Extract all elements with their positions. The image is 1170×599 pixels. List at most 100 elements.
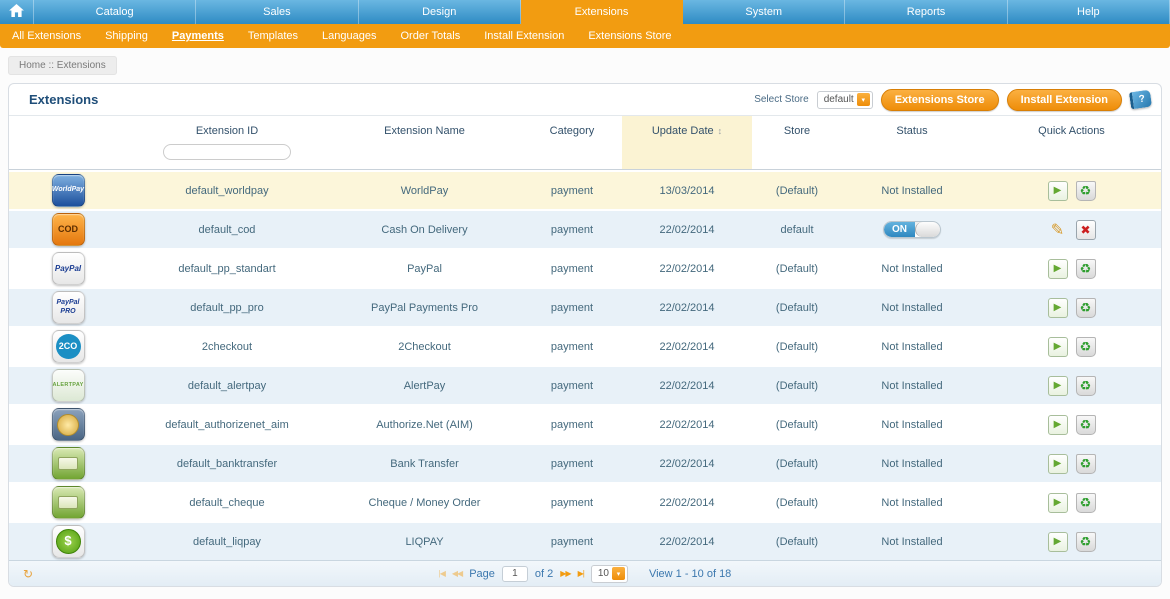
extension-icon-cell [9,447,127,480]
breadcrumb[interactable]: Home :: Extensions [8,56,117,75]
install-play-icon[interactable]: ▶ [1048,298,1068,318]
tab-extensions[interactable]: Extensions [521,0,683,24]
quick-actions-cell: ▶♻ [982,259,1161,279]
table-row[interactable]: $default_liqpayLIQPAYpayment22/02/2014(D… [9,523,1161,560]
tab-sales[interactable]: Sales [196,0,358,24]
first-page-icon[interactable]: |◀ [439,569,445,578]
quick-actions-cell: ✎✖ [982,220,1161,240]
status-text: Not Installed [881,302,942,314]
uninstall-recycle-bin-icon[interactable]: ♻ [1076,376,1096,396]
install-play-icon[interactable]: ▶ [1048,493,1068,513]
help-book-icon[interactable]: ? [1129,90,1152,110]
delete-x-icon[interactable]: ✖ [1076,220,1096,240]
table-row[interactable]: 2CO2checkout2Checkoutpayment22/02/2014(D… [9,328,1161,365]
subnav-templates[interactable]: Templates [248,30,298,42]
uninstall-recycle-bin-icon[interactable]: ♻ [1076,181,1096,201]
update-date-cell: 22/02/2014 [622,497,752,509]
uninstall-recycle-bin-icon[interactable]: ♻ [1076,415,1096,435]
quick-actions-cell: ▶♻ [982,454,1161,474]
subnav-install-extension[interactable]: Install Extension [484,30,564,42]
update-date-column-header[interactable]: Update Date↕ [622,116,752,169]
table-row[interactable]: CODdefault_codCash On Deliverypayment22/… [9,211,1161,248]
tab-system[interactable]: System [683,0,845,24]
subnav-all-extensions[interactable]: All Extensions [12,30,81,42]
uninstall-recycle-bin-icon[interactable]: ♻ [1076,298,1096,318]
install-play-icon[interactable]: ▶ [1048,181,1068,201]
category-cell: payment [522,419,622,431]
table-row[interactable]: ALERTPAYdefault_alertpayAlertPaypayment2… [9,367,1161,404]
next-page-icon[interactable]: ▶▶ [560,569,570,578]
tab-help[interactable]: Help [1008,0,1170,24]
install-play-icon[interactable]: ▶ [1048,259,1068,279]
category-cell: payment [522,302,622,314]
status-column-header: Status [842,116,982,169]
install-play-icon[interactable]: ▶ [1048,532,1068,552]
install-extension-button[interactable]: Install Extension [1007,89,1122,111]
uninstall-recycle-bin-icon[interactable]: ♻ [1076,259,1096,279]
cash-on-delivery-icon: COD [52,213,85,246]
category-cell: payment [522,380,622,392]
category-cell: payment [522,497,622,509]
alertpay-logo-icon: ALERTPAY [52,369,85,402]
update-date-cell: 22/02/2014 [622,263,752,275]
quick-actions-cell: ▶♻ [982,298,1161,318]
uninstall-recycle-bin-icon[interactable]: ♻ [1076,337,1096,357]
subnav-payments[interactable]: Payments [172,30,224,42]
page-size-select[interactable]: 10 ▾ [591,565,628,583]
install-play-icon[interactable]: ▶ [1048,376,1068,396]
extension-name-cell: Bank Transfer [327,458,522,470]
table-row[interactable]: WorldPaydefault_worldpayWorldPaypayment1… [9,172,1161,209]
table-row[interactable]: default_banktransferBank Transferpayment… [9,445,1161,482]
uninstall-recycle-bin-icon[interactable]: ♻ [1076,454,1096,474]
subnav-shipping[interactable]: Shipping [105,30,148,42]
store-select[interactable]: default ▾ [817,91,873,109]
extension-icon-cell: COD [9,213,127,246]
prev-page-icon[interactable]: ◀◀ [452,569,462,578]
update-date-cell: 22/02/2014 [622,458,752,470]
quick-actions-cell: ▶♻ [982,493,1161,513]
install-play-icon[interactable]: ▶ [1048,415,1068,435]
subnav-languages[interactable]: Languages [322,30,376,42]
table-row[interactable]: PayPaldefault_pp_standartPayPalpayment22… [9,250,1161,287]
table-row[interactable]: PayPal PROdefault_pp_proPayPal Payments … [9,289,1161,326]
edit-icon[interactable]: ✎ [1048,220,1068,240]
tab-catalog[interactable]: Catalog [34,0,196,24]
table-row[interactable]: default_chequeCheque / Money Orderpaymen… [9,484,1161,521]
tab-design[interactable]: Design [359,0,521,24]
table-row[interactable]: default_authorizenet_aimAuthorize.Net (A… [9,406,1161,443]
extension-id-cell: default_cheque [127,497,327,509]
extension-name-cell: Cash On Delivery [327,224,522,236]
sort-icon: ↕ [718,126,723,136]
store-column-header: Store [752,116,842,169]
category-cell: payment [522,458,622,470]
extension-id-cell: default_alertpay [127,380,327,392]
table-header: Extension ID Extension Name Category Upd… [9,116,1161,170]
quick-actions-cell: ▶♻ [982,415,1161,435]
subnav-order-totals[interactable]: Order Totals [401,30,461,42]
uninstall-recycle-bin-icon[interactable]: ♻ [1076,532,1096,552]
category-cell: payment [522,224,622,236]
home-tab[interactable] [0,0,34,24]
status-cell: Not Installed [842,185,982,197]
install-play-icon[interactable]: ▶ [1048,454,1068,474]
top-navigation: CatalogSalesDesignExtensionsSystemReport… [0,0,1170,24]
status-toggle[interactable]: ON [883,221,941,238]
update-date-cell: 22/02/2014 [622,341,752,353]
subnav-extensions-store[interactable]: Extensions Store [588,30,671,42]
status-cell: Not Installed [842,497,982,509]
table-body: WorldPaydefault_worldpayWorldPaypayment1… [9,172,1161,560]
page-input[interactable] [502,566,528,582]
extension-id-filter-input[interactable] [163,144,291,160]
extension-icon-cell: PayPal PRO [9,291,127,324]
last-page-icon[interactable]: ▶| [578,569,584,578]
uninstall-recycle-bin-icon[interactable]: ♻ [1076,493,1096,513]
tab-reports[interactable]: Reports [845,0,1007,24]
extension-icon-cell: PayPal [9,252,127,285]
page-size-value: 10 [598,568,609,579]
extensions-store-button[interactable]: Extensions Store [881,89,999,111]
home-icon [9,4,24,20]
install-play-icon[interactable]: ▶ [1048,337,1068,357]
liqpay-logo-icon: $ [52,525,85,558]
toggle-knob[interactable] [915,222,940,237]
refresh-icon[interactable]: ↻ [23,567,63,581]
